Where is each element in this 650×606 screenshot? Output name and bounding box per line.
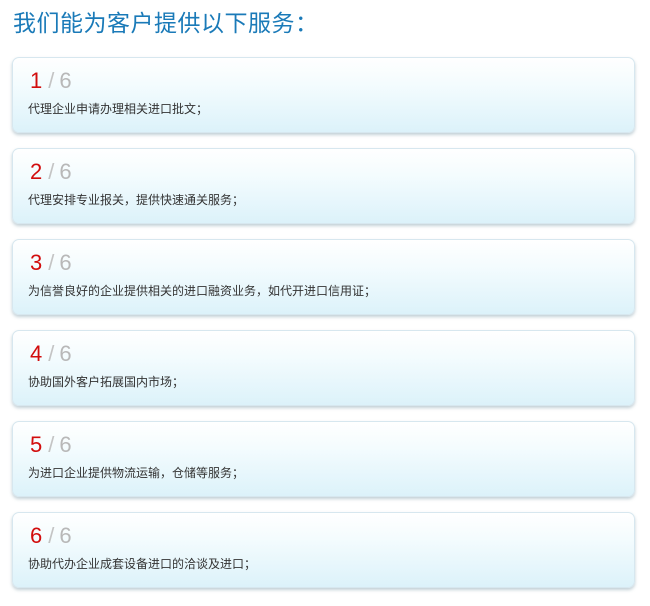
service-index: 2 [30,159,43,184]
service-counter: 4/6 [30,341,72,367]
counter-separator: / [48,432,55,457]
service-total: 6 [59,159,72,184]
service-description: 为信誉良好的企业提供相关的进口融资业务，如代开进口信用证； [28,284,377,298]
service-total: 6 [59,523,72,548]
service-card-4: 4/6 协助国外客户拓展国内市场； [12,330,635,406]
service-index: 6 [30,523,43,548]
service-counter: 2/6 [30,159,72,185]
service-list: 1/6 代理企业申请办理相关进口批文； 2/6 代理安排专业报关，提供快速通关服… [12,57,635,588]
service-card-1: 1/6 代理企业申请办理相关进口批文； [12,57,635,133]
service-index: 4 [30,341,43,366]
service-description: 协助国外客户拓展国内市场； [28,375,185,389]
counter-separator: / [48,523,55,548]
counter-separator: / [48,341,55,366]
service-card-2: 2/6 代理安排专业报关，提供快速通关服务； [12,148,635,224]
service-card-5: 5/6 为进口企业提供物流运输，仓储等服务； [12,421,635,497]
service-total: 6 [59,250,72,275]
service-index: 1 [30,68,43,93]
service-index: 3 [30,250,43,275]
counter-separator: / [48,250,55,275]
service-index: 5 [30,432,43,457]
service-card-3: 3/6 为信誉良好的企业提供相关的进口融资业务，如代开进口信用证； [12,239,635,315]
service-counter: 1/6 [30,68,72,94]
service-card-6: 6/6 协助代办企业成套设备进口的洽谈及进口； [12,512,635,588]
service-description: 为进口企业提供物流运输，仓储等服务； [28,466,245,480]
service-counter: 5/6 [30,432,72,458]
service-total: 6 [59,68,72,93]
service-counter: 3/6 [30,250,72,276]
service-total: 6 [59,341,72,366]
service-counter: 6/6 [30,523,72,549]
counter-separator: / [48,68,55,93]
service-description: 代理安排专业报关，提供快速通关服务； [28,193,245,207]
service-description: 协助代办企业成套设备进口的洽谈及进口； [28,557,257,571]
service-description: 代理企业申请办理相关进口批文； [28,102,209,116]
counter-separator: / [48,159,55,184]
page-title: 我们能为客户提供以下服务： [13,11,319,37]
service-total: 6 [59,432,72,457]
